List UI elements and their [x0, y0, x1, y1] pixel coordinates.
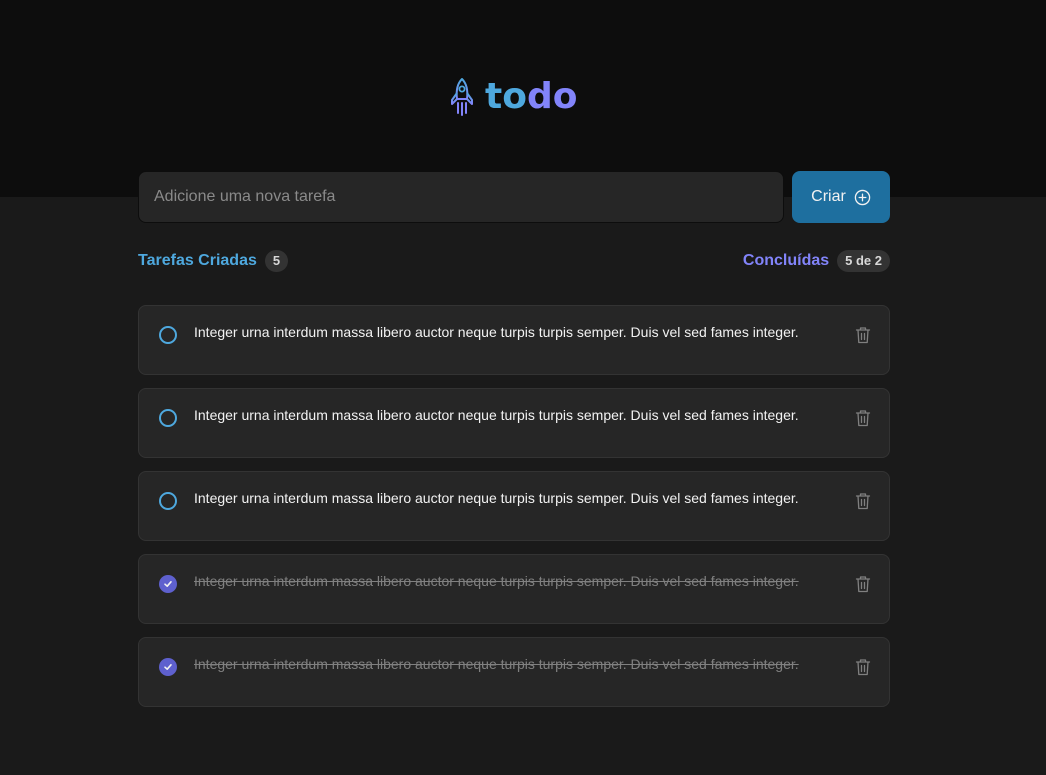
task-item: Integer urna interdum massa libero aucto… — [138, 471, 890, 541]
rocket-icon — [451, 78, 473, 116]
done-label: Concluídas — [742, 252, 830, 269]
task-checkbox[interactable] — [159, 492, 177, 510]
created-label: Tarefas Criadas — [138, 252, 257, 269]
created-stat: Tarefas Criadas 5 — [138, 250, 289, 272]
delete-task-button[interactable] — [851, 572, 875, 596]
created-count-badge: 5 — [264, 250, 289, 272]
task-text: Integer urna interdum massa libero aucto… — [194, 656, 799, 672]
delete-task-button[interactable] — [851, 406, 875, 430]
delete-task-button[interactable] — [851, 655, 875, 679]
done-stat: Concluídas 5 de 2 — [743, 250, 890, 272]
task-checkbox[interactable] — [159, 409, 177, 427]
trash-icon — [855, 410, 871, 427]
logo-text: todo — [485, 76, 577, 118]
task-text: Integer urna interdum massa libero aucto… — [194, 573, 799, 589]
task-list: Integer urna interdum massa libero aucto… — [138, 305, 890, 707]
task-checkbox[interactable] — [159, 326, 177, 344]
check-icon — [164, 581, 172, 587]
task-item: Integer urna interdum massa libero aucto… — [138, 305, 890, 375]
task-item: Integer urna interdum massa libero aucto… — [138, 388, 890, 458]
trash-icon — [855, 327, 871, 344]
task-item: Integer urna interdum massa libero aucto… — [138, 554, 890, 624]
new-task-form: Criar — [138, 171, 890, 223]
task-checkbox[interactable] — [159, 575, 177, 593]
plus-circle-icon — [854, 189, 871, 205]
create-button-label: Criar — [811, 188, 846, 205]
logo-text-to: to — [485, 76, 527, 117]
task-stats: Tarefas Criadas 5 Concluídas 5 de 2 — [138, 248, 890, 274]
task-text: Integer urna interdum massa libero aucto… — [194, 490, 799, 506]
header: todo — [0, 0, 1046, 197]
trash-icon — [855, 493, 871, 510]
trash-icon — [855, 576, 871, 593]
check-icon — [164, 664, 172, 670]
task-item: Integer urna interdum massa libero aucto… — [138, 637, 890, 707]
trash-icon — [855, 659, 871, 676]
delete-task-button[interactable] — [851, 489, 875, 513]
new-task-input[interactable] — [138, 171, 784, 223]
task-checkbox[interactable] — [159, 658, 177, 676]
logo-text-do: do — [526, 76, 578, 117]
done-count-badge: 5 de 2 — [837, 250, 890, 272]
logo: todo — [449, 76, 577, 118]
task-text: Integer urna interdum massa libero aucto… — [194, 324, 799, 340]
task-text: Integer urna interdum massa libero aucto… — [194, 407, 799, 423]
delete-task-button[interactable] — [851, 323, 875, 347]
create-button[interactable]: Criar — [792, 171, 890, 223]
